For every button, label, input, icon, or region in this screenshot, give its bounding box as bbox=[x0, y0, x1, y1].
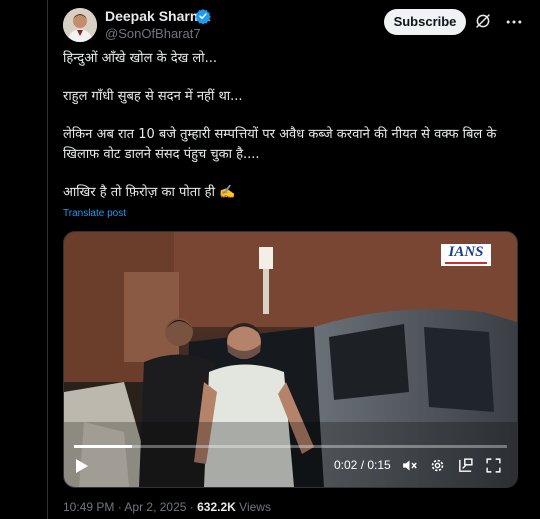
video-elapsed: 0:02 bbox=[334, 458, 358, 472]
post-paragraph: आखिर है तो फ़िरोज़ का पोता ही ✍️ bbox=[63, 185, 236, 200]
video-time: 0:02 / 0:15 bbox=[334, 458, 391, 472]
watermark-stripe bbox=[445, 262, 487, 264]
meta-separator: · bbox=[114, 500, 125, 514]
views-count: 632.2K bbox=[197, 500, 236, 514]
video-progress-fill bbox=[74, 445, 132, 448]
subscribe-button[interactable]: Subscribe bbox=[384, 9, 466, 35]
grok-icon[interactable] bbox=[474, 12, 492, 30]
picture-in-picture-icon[interactable] bbox=[457, 457, 474, 474]
watermark-text: IANS bbox=[448, 244, 484, 260]
video-time-separator: / bbox=[357, 458, 368, 472]
author-handle[interactable]: @SonOfBharat7 bbox=[105, 26, 201, 41]
settings-icon[interactable] bbox=[429, 457, 446, 474]
post: Deepak Sharma @SonOfBharat7 Subscribe हि… bbox=[48, 0, 540, 519]
post-paragraph: हिन्दुओं आँखे खोल के देख लो... bbox=[63, 51, 217, 66]
volume-icon[interactable] bbox=[401, 457, 418, 474]
post-text: हिन्दुओं आँखे खोल के देख लो... राहुल गाँ… bbox=[63, 49, 525, 203]
meta-separator: · bbox=[186, 500, 198, 514]
post-paragraph: लेकिन अब रात 10 बजे तुम्हारी सम्पत्तियों… bbox=[63, 127, 497, 162]
page: Deepak Sharma @SonOfBharat7 Subscribe हि… bbox=[0, 0, 540, 519]
video-player[interactable]: IANS 0:02 / 0:15 bbox=[63, 231, 518, 488]
video-progress-bar[interactable] bbox=[74, 445, 507, 448]
post-paragraph: राहुल गाँधी सुबह से सदन में नहीं था... bbox=[63, 89, 243, 104]
more-icon[interactable] bbox=[504, 12, 524, 32]
post-meta: 10:49 PM · Apr 2, 2025 · 632.2K Views bbox=[63, 500, 271, 514]
fullscreen-icon[interactable] bbox=[485, 457, 502, 474]
play-icon[interactable] bbox=[75, 458, 89, 474]
author-avatar[interactable] bbox=[63, 8, 97, 42]
translate-post-link[interactable]: Translate post bbox=[63, 208, 126, 219]
views-label: Views bbox=[239, 500, 271, 514]
ians-watermark: IANS bbox=[441, 244, 491, 266]
verified-badge-icon[interactable] bbox=[195, 8, 211, 25]
video-duration: 0:15 bbox=[367, 458, 391, 472]
post-time[interactable]: 10:49 PM bbox=[63, 500, 114, 514]
post-date[interactable]: Apr 2, 2025 bbox=[124, 500, 186, 514]
video-frame bbox=[64, 232, 517, 487]
